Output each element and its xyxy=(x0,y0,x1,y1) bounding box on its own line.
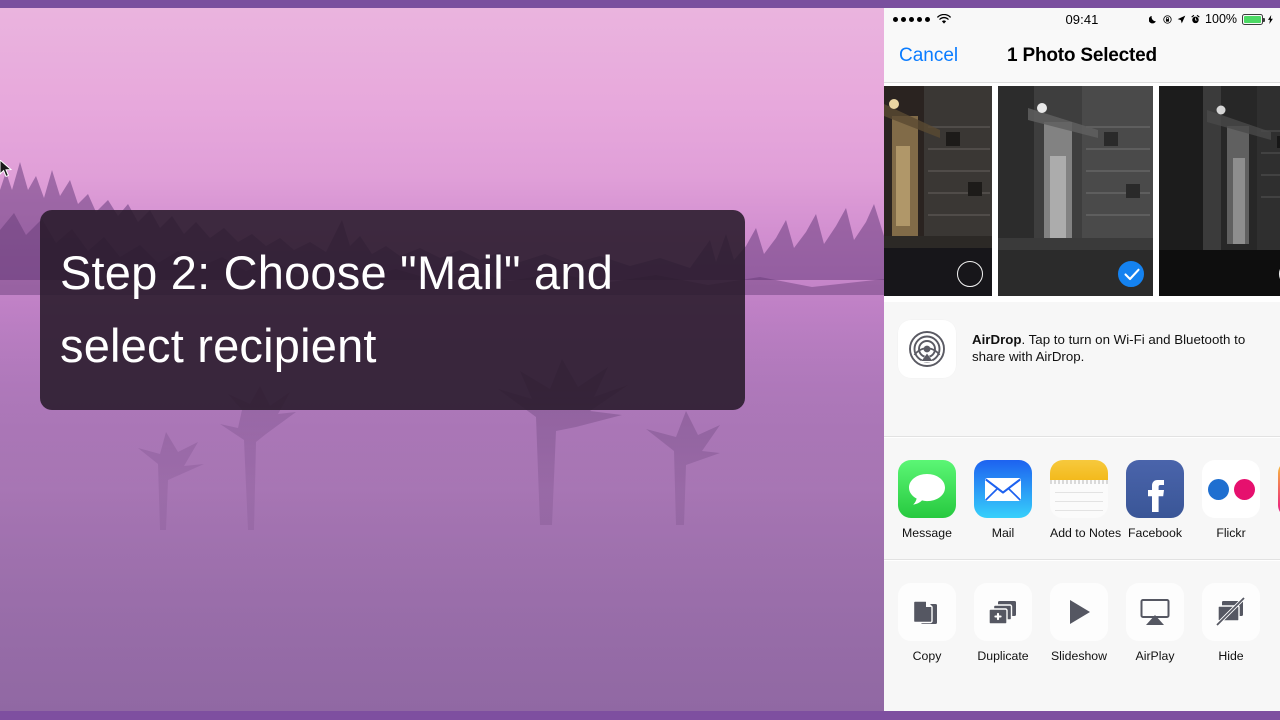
notes-perforation xyxy=(1050,480,1108,484)
signal-dot-3 xyxy=(909,16,914,22)
notes-icon xyxy=(1050,460,1108,518)
caption-overlay: Step 2: Choose "Mail" and select recipie… xyxy=(40,210,745,410)
duplicate-icon xyxy=(974,583,1032,641)
flickr-dot-blue xyxy=(1207,478,1229,500)
action-label: Slideshow xyxy=(1050,649,1108,663)
video-letterbox-bottom xyxy=(0,711,884,720)
airdrop-row[interactable]: AirDrop. Tap to turn on Wi-Fi and Blueto… xyxy=(884,302,1280,437)
video-player-stage[interactable]: Step 2: Choose "Mail" and select recipie… xyxy=(0,0,884,720)
airdrop-title: AirDrop xyxy=(972,332,1022,347)
share-app-label: Mail xyxy=(991,526,1015,540)
notes-line xyxy=(1055,492,1103,493)
action-label: AirPlay xyxy=(1135,649,1175,663)
photo-thumbnail-1[interactable] xyxy=(884,86,992,296)
status-bar-left xyxy=(884,13,1015,25)
share-app-notes[interactable]: Add to Notes xyxy=(1050,460,1122,540)
status-bar-time: 09:41 xyxy=(1065,11,1099,27)
video-letterbox-top xyxy=(0,0,884,8)
phone-letterbox-top xyxy=(884,0,1280,8)
photo-select-circle-2[interactable] xyxy=(1118,261,1144,287)
share-app-mail[interactable]: Mail xyxy=(974,460,1032,540)
mail-envelope-icon xyxy=(974,460,1032,518)
action-label: Hide xyxy=(1218,649,1244,663)
wifi-icon xyxy=(937,13,951,24)
notes-header-band xyxy=(1050,460,1108,480)
share-app-label: Add to Notes xyxy=(1050,526,1122,540)
signal-dot-2 xyxy=(901,16,906,22)
alley-photo-image-3 xyxy=(1159,86,1280,296)
status-bar: 09:41 100% xyxy=(884,8,1280,30)
share-app-label: Facebook xyxy=(1127,526,1182,540)
share-app-label: Flickr xyxy=(1216,526,1246,540)
action-copy[interactable]: Copy xyxy=(898,583,956,663)
action-airplay[interactable]: AirPlay xyxy=(1126,583,1184,663)
action-slideshow[interactable]: Slideshow xyxy=(1050,583,1108,663)
action-label: Copy xyxy=(912,649,942,663)
checkmark-icon xyxy=(1124,268,1140,281)
play-icon xyxy=(1050,583,1108,641)
alarm-clock-icon xyxy=(1191,14,1200,23)
action-label: Duplicate xyxy=(977,649,1029,663)
iphone-share-sheet-panel[interactable]: 09:41 100% Cancel 1 Photo Selected AirDr… xyxy=(884,0,1280,720)
battery-full-icon xyxy=(1242,13,1266,25)
status-bar-right: 100% xyxy=(1149,12,1280,26)
photo-select-circle-1[interactable] xyxy=(957,261,983,287)
hide-icon xyxy=(1202,583,1260,641)
lightning-bolt-icon xyxy=(1268,14,1273,24)
share-app-message[interactable]: Message xyxy=(898,460,956,540)
airdrop-tile[interactable] xyxy=(898,320,956,378)
share-app-flickr[interactable]: Flickr xyxy=(1202,460,1260,540)
notes-line xyxy=(1055,510,1103,511)
message-bubble-icon xyxy=(898,460,956,518)
signal-dot-5 xyxy=(925,16,930,22)
location-arrow-icon xyxy=(1177,15,1186,23)
caption-line-2: select recipient xyxy=(60,319,377,372)
rotation-lock-icon xyxy=(1163,14,1172,24)
signal-dot-4 xyxy=(917,16,922,22)
cancel-button[interactable]: Cancel xyxy=(899,45,958,67)
photo-thumbnail-strip[interactable] xyxy=(884,84,1280,300)
airplay-icon xyxy=(1126,583,1184,641)
photo-thumbnail-3[interactable] xyxy=(1159,86,1280,296)
moon-icon xyxy=(1149,15,1157,23)
share-apps-row[interactable]: Message Mail Add to Notes Facebook Flick… xyxy=(884,438,1280,560)
facebook-icon xyxy=(1126,460,1184,518)
mouse-pointer-icon xyxy=(0,160,13,178)
share-app-facebook[interactable]: Facebook xyxy=(1126,460,1184,540)
action-duplicate[interactable]: Duplicate xyxy=(974,583,1032,663)
airdrop-icon xyxy=(909,331,945,367)
navigation-bar: Cancel 1 Photo Selected xyxy=(884,30,1280,83)
battery-percent-label: 100% xyxy=(1205,12,1238,26)
copy-icon xyxy=(898,583,956,641)
flickr-icon xyxy=(1202,460,1260,518)
signal-dot-1 xyxy=(893,16,898,22)
notes-line xyxy=(1055,501,1103,502)
caption-line-1: Step 2: Choose "Mail" and xyxy=(60,246,614,299)
phone-letterbox-bottom xyxy=(884,711,1280,720)
actions-row[interactable]: Copy Duplicate Slideshow AirPlay Hide xyxy=(884,561,1280,711)
flickr-dot-pink xyxy=(1233,478,1255,500)
share-app-label: Message xyxy=(902,526,952,540)
action-hide[interactable]: Hide xyxy=(1202,583,1260,663)
airdrop-description: AirDrop. Tap to turn on Wi-Fi and Blueto… xyxy=(972,331,1264,365)
photo-thumbnail-2[interactable] xyxy=(998,86,1153,296)
